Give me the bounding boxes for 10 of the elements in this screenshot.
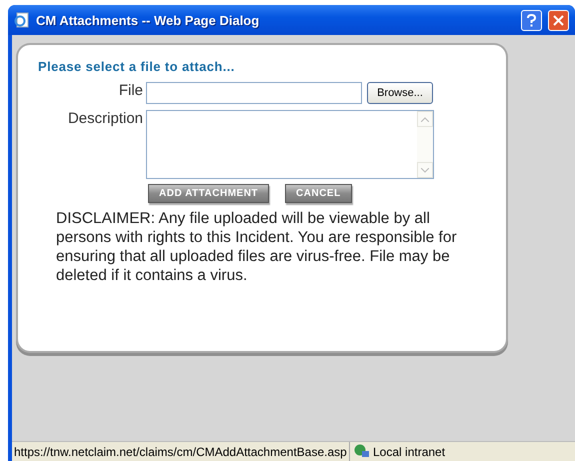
disclaimer-text: DISCLAIMER: Any file uploaded will be viewable by all persons with rights to this Incident. You are responsible for ensuring that all uploaded files are virus-free. File may be deleted if it contains a virus. (56, 209, 458, 285)
cancel-button[interactable]: CANCEL (285, 184, 352, 203)
add-attachment-button[interactable]: ADD ATTACHMENT (148, 184, 270, 203)
browse-button[interactable]: Browse... (367, 82, 433, 104)
form-heading: Please select a file to attach... (38, 59, 236, 74)
window-title: CM Attachments -- Web Page Dialog (36, 12, 260, 28)
zone-label: Local intranet (373, 444, 446, 458)
status-url: https://tnw.netclaim.net/claims/cm/CMAddAttachmentBase.asp (12, 442, 350, 461)
file-label: File (118, 82, 143, 99)
description-label: Description (66, 110, 143, 127)
